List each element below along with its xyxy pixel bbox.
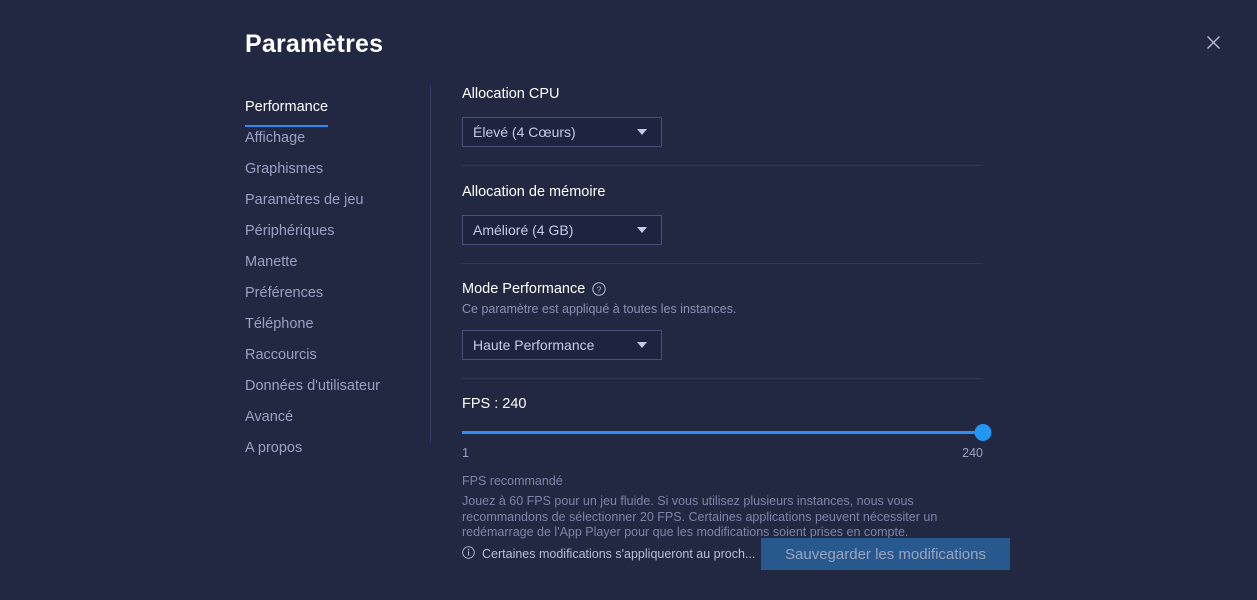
sidebar-content-divider	[430, 86, 431, 442]
sidebar-item-label: Graphismes	[245, 161, 324, 177]
section-fps: FPS : 240 1 240 FPS recommandé Jouez à 6…	[462, 379, 992, 541]
performance-mode-label: Mode Performance ?	[462, 281, 983, 297]
info-circle-icon	[462, 546, 475, 562]
fps-min-label: 1	[462, 446, 469, 460]
sidebar-item-label: Téléphone	[245, 316, 314, 332]
section-memory-allocation: Allocation de mémoire Amélioré (4 GB)	[462, 166, 983, 263]
memory-allocation-value: Amélioré (4 GB)	[473, 222, 574, 238]
fps-value-label: FPS : 240	[462, 396, 527, 412]
sidebar-item-label: Affichage	[245, 130, 306, 146]
dialog-footer: Certaines modifications s'appliqueront a…	[462, 527, 1010, 581]
sidebar-item-label: Performance	[245, 92, 329, 127]
sidebar-item-label: A propos	[245, 440, 303, 456]
sidebar-item-performance[interactable]: Performance	[245, 92, 430, 127]
sidebar-item-manette[interactable]: Manette	[245, 247, 430, 278]
sidebar-item-parametres-de-jeu[interactable]: Paramètres de jeu	[245, 185, 430, 216]
sidebar-item-label: Manette	[245, 254, 298, 270]
settings-content: Allocation CPU Élevé (4 Cœurs) Allocatio…	[462, 86, 992, 541]
help-circle-icon[interactable]: ?	[592, 282, 607, 296]
sidebar-item-a-propos[interactable]: A propos	[245, 433, 430, 464]
fps-max-label: 240	[962, 446, 983, 460]
sidebar-item-label: Périphériques	[245, 223, 335, 239]
cpu-allocation-select[interactable]: Élevé (4 Cœurs)	[462, 117, 662, 147]
fps-slider-bounds: 1 240	[462, 446, 983, 462]
sidebar-item-preferences[interactable]: Préférences	[245, 278, 430, 309]
cpu-allocation-label-text: Allocation CPU	[462, 86, 560, 102]
chevron-down-icon	[637, 227, 647, 233]
save-button[interactable]: Sauvegarder les modifications	[761, 538, 1010, 570]
svg-text:?: ?	[597, 284, 602, 294]
sidebar-item-affichage[interactable]: Affichage	[245, 123, 430, 154]
memory-allocation-label-text: Allocation de mémoire	[462, 184, 606, 200]
sidebar-item-label: Avancé	[245, 409, 294, 425]
sidebar-item-peripheriques[interactable]: Périphériques	[245, 216, 430, 247]
cpu-allocation-value: Élevé (4 Cœurs)	[473, 124, 576, 140]
chevron-down-icon	[637, 129, 647, 135]
fps-recommended-title: FPS recommandé	[462, 474, 563, 488]
fps-slider-fill	[462, 431, 983, 434]
performance-mode-note: Ce paramètre est appliqué à toutes les i…	[462, 302, 737, 316]
performance-mode-label-text: Mode Performance	[462, 281, 586, 297]
close-icon[interactable]	[1199, 28, 1227, 56]
sidebar-item-label: Raccourcis	[245, 347, 317, 363]
settings-dialog: Paramètres Performance Affichage Graphis…	[0, 0, 1257, 600]
performance-mode-value: Haute Performance	[473, 337, 595, 353]
sidebar-item-label: Préférences	[245, 285, 324, 301]
section-performance-mode: Mode Performance ? Ce paramètre est appl…	[462, 264, 983, 378]
footer-note: Certaines modifications s'appliqueront a…	[462, 546, 755, 562]
section-cpu-allocation: Allocation CPU Élevé (4 Cœurs)	[462, 86, 983, 165]
sidebar-item-avance[interactable]: Avancé	[245, 402, 430, 433]
sidebar-item-graphismes[interactable]: Graphismes	[245, 154, 430, 185]
sidebar-item-raccourcis[interactable]: Raccourcis	[245, 340, 430, 371]
memory-allocation-select[interactable]: Amélioré (4 GB)	[462, 215, 662, 245]
memory-allocation-label: Allocation de mémoire	[462, 184, 983, 200]
sidebar-item-label: Paramètres de jeu	[245, 192, 364, 208]
performance-mode-select[interactable]: Haute Performance	[462, 330, 662, 360]
sidebar-item-donnees-utilisateur[interactable]: Données d'utilisateur	[245, 371, 430, 402]
sidebar-item-label: Données d'utilisateur	[245, 378, 380, 394]
cpu-allocation-label: Allocation CPU	[462, 86, 983, 102]
footer-note-text: Certaines modifications s'appliqueront a…	[482, 547, 756, 561]
chevron-down-icon	[637, 342, 647, 348]
page-title: Paramètres	[245, 30, 384, 58]
fps-slider[interactable]	[462, 422, 992, 444]
settings-sidebar: Performance Affichage Graphismes Paramèt…	[245, 92, 430, 464]
sidebar-item-telephone[interactable]: Téléphone	[245, 309, 430, 340]
fps-slider-thumb[interactable]	[974, 424, 992, 441]
